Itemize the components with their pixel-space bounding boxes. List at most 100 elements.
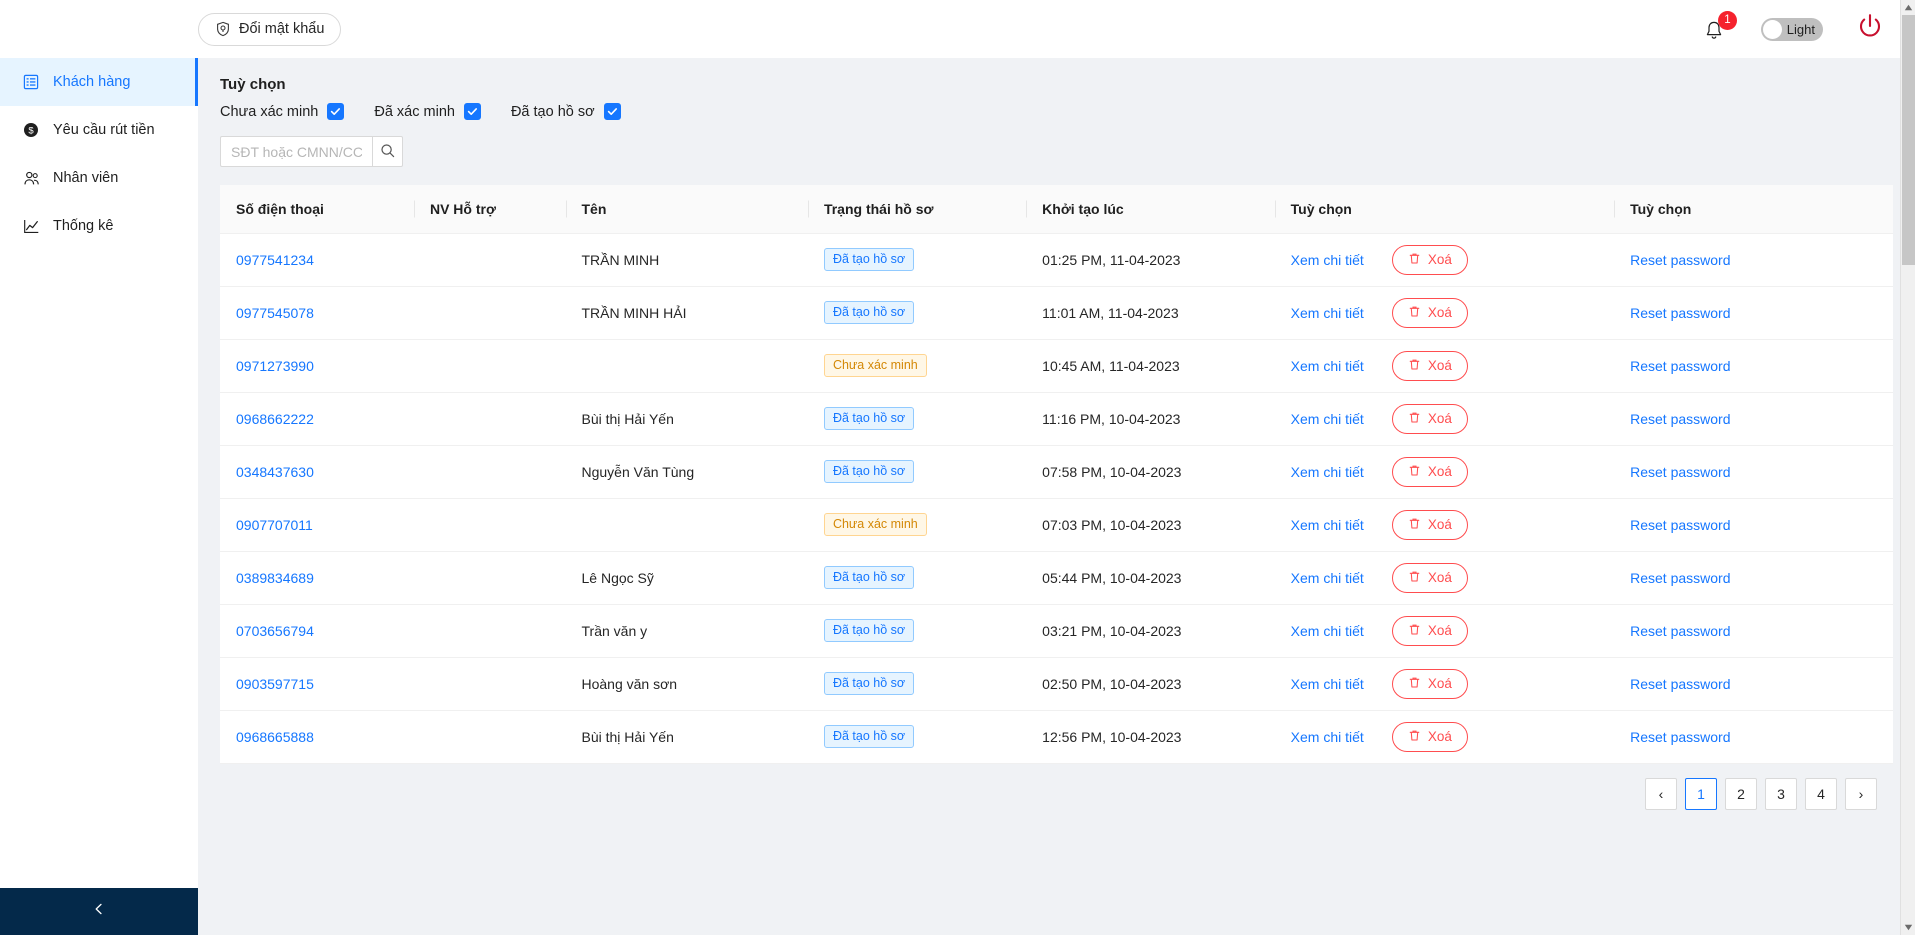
pagination-item[interactable]: › xyxy=(1845,777,1877,810)
view-detail-link[interactable]: Xem chi tiết xyxy=(1291,517,1364,533)
view-detail-link[interactable]: Xem chi tiết xyxy=(1291,729,1364,745)
view-detail-link[interactable]: Xem chi tiết xyxy=(1291,252,1364,268)
phone-link[interactable]: 0907707011 xyxy=(236,517,313,533)
scrollbar-thumb[interactable] xyxy=(1902,15,1915,265)
phone-link[interactable]: 0977545078 xyxy=(236,305,314,321)
sidebar-item-yeu-cau-rut-tien[interactable]: $ Yêu cầu rút tiền xyxy=(0,106,198,154)
search-button[interactable] xyxy=(372,136,403,167)
sidebar-collapse-button[interactable] xyxy=(0,888,198,935)
notification-bell-button[interactable]: 1 xyxy=(1703,11,1737,44)
list-card-icon xyxy=(22,73,40,91)
col-header-phone: Số điện thoại xyxy=(220,185,414,234)
reset-password-link[interactable]: Reset password xyxy=(1630,517,1730,533)
checkbox-checked-icon[interactable] xyxy=(463,103,481,120)
delete-button[interactable]: Xoá xyxy=(1391,456,1468,487)
cell-options: Xem chi tiết Xoá xyxy=(1274,392,1615,446)
trash-icon xyxy=(1408,411,1421,427)
phone-link[interactable]: 0703656794 xyxy=(236,623,314,639)
pagination-item[interactable]: 3 xyxy=(1765,777,1797,810)
cell-name xyxy=(565,339,808,393)
view-detail-link[interactable]: Xem chi tiết xyxy=(1291,623,1364,639)
scrollbar-down-arrow[interactable] xyxy=(1901,920,1915,935)
view-detail-link[interactable]: Xem chi tiết xyxy=(1291,411,1364,427)
view-detail-link[interactable]: Xem chi tiết xyxy=(1291,358,1364,374)
delete-button[interactable]: Xoá xyxy=(1391,350,1468,381)
delete-button[interactable]: Xoá xyxy=(1391,509,1468,540)
col-header-created: Khởi tạo lúc xyxy=(1026,185,1275,234)
pagination-item[interactable]: 4 xyxy=(1805,777,1837,810)
table-row: 0977545078 TRẦN MINH HẢI Đã tạo hồ sơ 11:01… xyxy=(220,286,1893,340)
trash-icon xyxy=(1408,570,1421,586)
delete-button[interactable]: Xoá xyxy=(1391,562,1468,593)
table-row: 0968662222 Bùi thị Hải Yến Đã tạo hồ sơ 11:… xyxy=(220,392,1893,446)
table-row: 0348437630 Nguyễn Văn Tùng Đã tạo hồ sơ 07:… xyxy=(220,445,1893,499)
reset-password-link[interactable]: Reset password xyxy=(1630,623,1730,639)
phone-link[interactable]: 0968662222 xyxy=(236,411,314,427)
reset-password-link[interactable]: Reset password xyxy=(1630,676,1730,692)
phone-link[interactable]: 0971273990 xyxy=(236,358,314,374)
phone-link[interactable]: 0977541234 xyxy=(236,252,314,268)
reset-password-link[interactable]: Reset password xyxy=(1630,305,1730,321)
cell-staff xyxy=(413,233,566,287)
cell-options2: Reset password xyxy=(1614,710,1893,764)
cell-options2: Reset password xyxy=(1614,657,1893,711)
delete-button[interactable]: Xoá xyxy=(1391,668,1468,699)
phone-link[interactable]: 0389834689 xyxy=(236,570,314,586)
checkbox-checked-icon[interactable] xyxy=(327,103,345,120)
status-badge: Đã tạo hồ sơ xyxy=(823,301,915,324)
logout-power-button[interactable] xyxy=(1855,12,1885,47)
reset-password-link[interactable]: Reset password xyxy=(1630,729,1730,745)
theme-toggle[interactable]: Light xyxy=(1761,17,1823,41)
delete-button[interactable]: Xoá xyxy=(1391,615,1468,646)
users-icon xyxy=(22,169,40,187)
cell-created: 02:50 PM, 10-04-2023 xyxy=(1026,657,1275,711)
pagination-item[interactable]: ‹ xyxy=(1645,777,1677,810)
view-detail-link[interactable]: Xem chi tiết xyxy=(1291,464,1364,480)
delete-button[interactable]: Xoá xyxy=(1391,403,1468,434)
search-input[interactable] xyxy=(220,136,372,167)
view-detail-link[interactable]: Xem chi tiết xyxy=(1291,570,1364,586)
pagination-item[interactable]: 2 xyxy=(1725,777,1757,810)
cell-staff xyxy=(413,657,566,711)
reset-password-link[interactable]: Reset password xyxy=(1630,358,1730,374)
filter-da-xac-minh[interactable]: Đã xác minh xyxy=(374,103,481,120)
phone-link[interactable]: 0348437630 xyxy=(236,464,314,480)
filter-chua-xac-minh[interactable]: Chưa xác minh xyxy=(220,103,345,120)
app-root: Đổi mật khẩu 1 Light Khách hàng $ Yêu cầ… xyxy=(0,0,1915,935)
cell-status: Đã tạo hồ sơ xyxy=(807,286,1027,340)
cell-status: Đã tạo hồ sơ xyxy=(807,445,1027,499)
sidebar-item-thong-ke[interactable]: Thống kê xyxy=(0,202,198,250)
delete-button-label: Xoá xyxy=(1427,252,1452,267)
cell-phone: 0971273990 xyxy=(220,339,414,393)
cell-options2: Reset password xyxy=(1614,604,1893,658)
scrollbar-up-arrow[interactable] xyxy=(1901,0,1915,15)
power-icon xyxy=(1855,12,1885,47)
cell-options: Xem chi tiết Xoá xyxy=(1274,657,1615,711)
theme-toggle-label: Light xyxy=(1786,21,1815,37)
phone-link[interactable]: 0968665888 xyxy=(236,729,314,745)
reset-password-link[interactable]: Reset password xyxy=(1630,464,1730,480)
delete-button[interactable]: Xoá xyxy=(1391,244,1468,275)
reset-password-link[interactable]: Reset password xyxy=(1630,570,1730,586)
checkbox-checked-icon[interactable] xyxy=(603,103,621,120)
cell-options: Xem chi tiết Xoá xyxy=(1274,339,1615,393)
cell-staff xyxy=(413,604,566,658)
reset-password-link[interactable]: Reset password xyxy=(1630,252,1730,268)
sidebar-item-nhan-vien[interactable]: Nhân viên xyxy=(0,154,198,202)
cell-created: 07:03 PM, 10-04-2023 xyxy=(1026,498,1275,552)
cell-phone: 0389834689 xyxy=(220,551,414,605)
change-password-button[interactable]: Đổi mật khẩu xyxy=(198,12,342,46)
delete-button[interactable]: Xoá xyxy=(1391,297,1468,328)
delete-button[interactable]: Xoá xyxy=(1391,721,1468,752)
cell-name: TRẦN MINH xyxy=(565,233,808,287)
reset-password-link[interactable]: Reset password xyxy=(1630,411,1730,427)
view-detail-link[interactable]: Xem chi tiết xyxy=(1291,305,1364,321)
col-header-staff: NV Hỗ trợ xyxy=(413,185,566,234)
phone-link[interactable]: 0903597715 xyxy=(236,676,314,692)
view-detail-link[interactable]: Xem chi tiết xyxy=(1291,676,1364,692)
pagination-item[interactable]: 1 xyxy=(1685,777,1717,810)
filter-da-tao-ho-so[interactable]: Đã tạo hồ sơ xyxy=(511,103,621,120)
sidebar-item-khach-hang[interactable]: Khách hàng xyxy=(0,58,198,106)
window-scrollbar[interactable] xyxy=(1900,0,1915,935)
cell-options: Xem chi tiết Xoá xyxy=(1274,498,1615,552)
